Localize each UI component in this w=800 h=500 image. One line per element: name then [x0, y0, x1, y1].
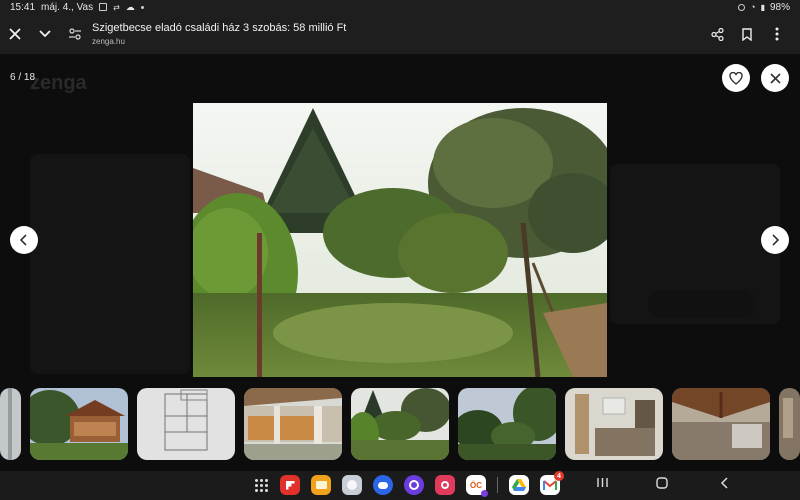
close-gallery-button[interactable]: [761, 64, 789, 92]
image-counter: 6 / 18: [10, 72, 36, 83]
recent-apps-icon: [597, 478, 608, 487]
close-icon: [769, 72, 781, 84]
apps-grid-icon[interactable]: [255, 478, 269, 492]
close-icon: [9, 28, 21, 40]
status-bar: 15:41 máj. 4., Vas ⇄ ☁ ◔ ▮ 98%: [0, 0, 800, 14]
previous-image-button[interactable]: [10, 226, 38, 254]
favorite-button[interactable]: [722, 64, 750, 92]
battery-level: 98%: [769, 1, 790, 13]
thumbnail[interactable]: [137, 388, 235, 460]
garden-photo: [193, 103, 607, 377]
gmail-badge: 4: [554, 471, 564, 481]
page-title: Szigetbecse eladó családi ház 3 szobás: …: [92, 22, 347, 34]
taskbar-divider: [497, 477, 498, 493]
share-icon: [710, 27, 724, 41]
drive-icon[interactable]: [509, 475, 529, 495]
oc-app-label: ÖC: [470, 480, 482, 490]
wifi-icon: ◔: [750, 2, 756, 12]
main-gallery-photo: [193, 103, 607, 377]
site-settings-button[interactable]: [60, 19, 90, 49]
messages-icon[interactable]: [373, 475, 393, 495]
page-title-area[interactable]: Szigetbecse eladó családi ház 3 szobás: …: [92, 22, 346, 46]
folder-icon[interactable]: [311, 475, 331, 495]
signal-icon: ▮: [760, 2, 765, 12]
system-navigation-bar: ÖC 4: [0, 471, 800, 500]
chevron-down-icon: [39, 30, 51, 38]
background-panel: [30, 154, 190, 374]
thumbnail[interactable]: [0, 388, 21, 460]
thumbnail[interactable]: [458, 388, 556, 460]
custom-tab-toolbar: Szigetbecse eladó családi ház 3 szobás: …: [0, 14, 800, 54]
status-time: 15:41: [10, 1, 36, 13]
share-button[interactable]: [702, 19, 732, 49]
camera-icon[interactable]: [435, 475, 455, 495]
thumbnail-strip: [0, 388, 800, 460]
page-url: zenga.hu: [92, 37, 125, 46]
home-icon: [656, 477, 668, 489]
back-button[interactable]: [720, 477, 728, 489]
more-menu-button[interactable]: [762, 19, 792, 49]
heart-icon: [729, 71, 743, 85]
bookmark-icon: [742, 27, 752, 41]
back-icon: [720, 477, 728, 489]
background-logo: zenga: [30, 72, 87, 94]
alarm-icon: [738, 3, 746, 11]
chevron-right-icon: [772, 234, 779, 246]
link-notification-icon: ⇄: [113, 2, 120, 12]
recent-apps-button[interactable]: [597, 477, 608, 488]
next-image-button[interactable]: [761, 226, 789, 254]
taskbar-apps: ÖC 4: [255, 471, 564, 497]
bookmark-button[interactable]: [732, 19, 762, 49]
gallery-icon[interactable]: [342, 475, 362, 495]
gmail-icon[interactable]: 4: [540, 471, 564, 495]
flipboard-icon[interactable]: [280, 475, 300, 495]
more-notifications-icon: [140, 5, 144, 9]
thumbnail[interactable]: [779, 388, 800, 460]
tune-icon: [69, 28, 81, 40]
photo-notification-icon: [99, 3, 108, 11]
home-button[interactable]: [656, 477, 668, 489]
thumbnail[interactable]: [30, 388, 128, 460]
thumbnail-selected[interactable]: [351, 388, 449, 460]
cloud-notification-icon: ☁: [125, 1, 135, 12]
thumbnail[interactable]: [244, 388, 342, 460]
background-pill: [648, 290, 756, 318]
oc-app-icon[interactable]: ÖC: [466, 475, 488, 497]
thumbnail[interactable]: [672, 388, 770, 460]
status-date: máj. 4., Vas: [41, 1, 94, 13]
close-tab-button[interactable]: [0, 19, 30, 49]
internet-icon[interactable]: [404, 475, 424, 495]
minimize-tab-button[interactable]: [30, 19, 60, 49]
more-vert-icon: [775, 27, 779, 41]
thumbnail[interactable]: [565, 388, 663, 460]
chevron-left-icon: [20, 234, 27, 246]
